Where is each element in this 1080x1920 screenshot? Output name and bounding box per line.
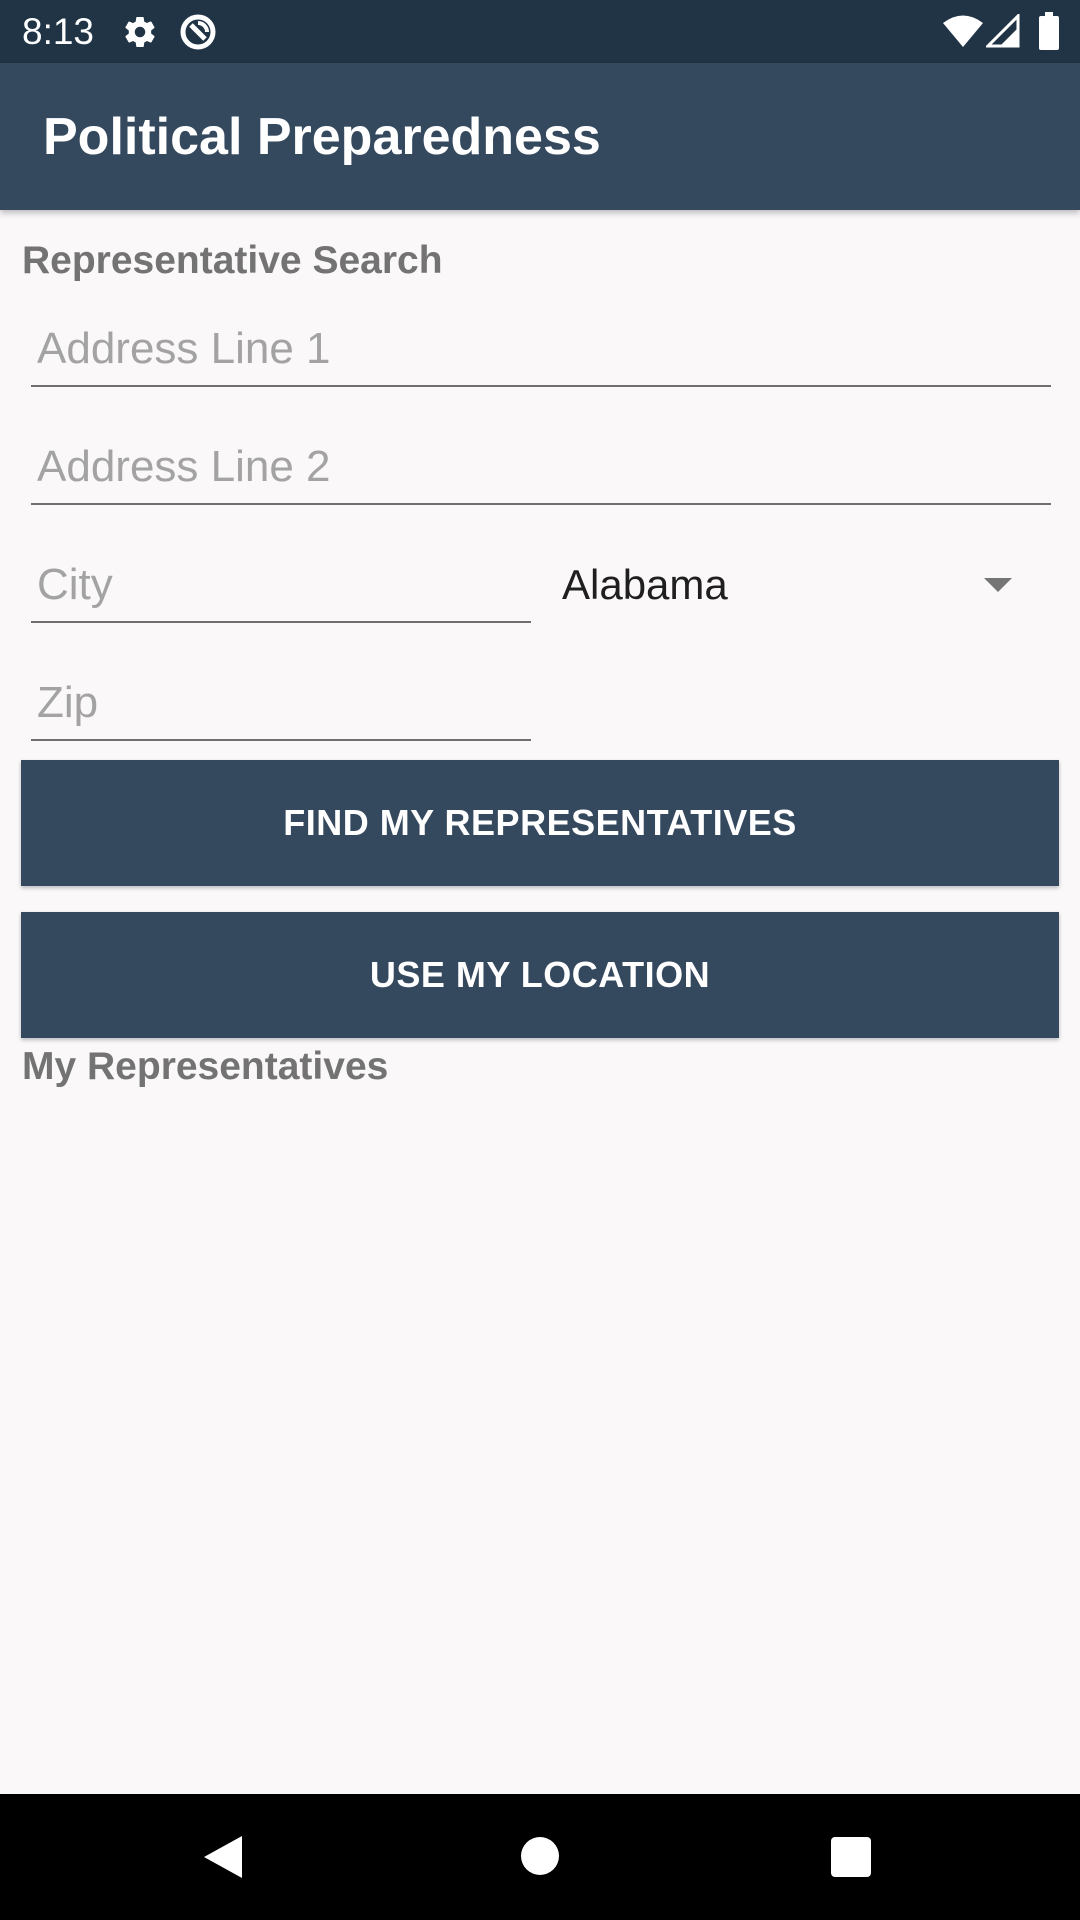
wifi-icon bbox=[942, 14, 984, 53]
signal-icon bbox=[984, 12, 1020, 53]
find-my-representatives-button[interactable]: FIND MY REPRESENTATIVES bbox=[21, 760, 1059, 886]
gear-icon bbox=[122, 14, 158, 55]
status-time: 8:13 bbox=[22, 11, 95, 52]
address-line-1-field[interactable] bbox=[31, 313, 1051, 387]
app-title: Political Preparedness bbox=[43, 108, 601, 166]
representative-search-title: Representative Search bbox=[22, 239, 443, 282]
dropdown-arrow-icon bbox=[984, 578, 1012, 592]
zip-field[interactable] bbox=[31, 667, 531, 741]
battery-icon bbox=[1038, 12, 1060, 55]
address-line-2-field[interactable] bbox=[31, 431, 1051, 505]
use-my-location-button[interactable]: USE MY LOCATION bbox=[21, 912, 1059, 1038]
sync-circle-icon bbox=[178, 12, 218, 57]
home-icon[interactable] bbox=[520, 1836, 560, 1881]
zip-input[interactable] bbox=[31, 667, 531, 739]
city-input[interactable] bbox=[31, 549, 531, 621]
status-bar: 8:13 bbox=[0, 0, 1080, 63]
address-line-1-input[interactable] bbox=[31, 313, 1051, 385]
state-spinner[interactable]: Alabama bbox=[554, 548, 1034, 620]
address-line-2-input[interactable] bbox=[31, 431, 1051, 503]
my-representatives-title: My Representatives bbox=[22, 1045, 389, 1088]
recents-icon[interactable] bbox=[830, 1836, 872, 1883]
representatives-list bbox=[0, 1100, 1080, 1790]
back-icon[interactable] bbox=[202, 1834, 244, 1885]
state-selected-value: Alabama bbox=[562, 561, 728, 608]
app-bar: Political Preparedness bbox=[0, 63, 1080, 210]
navigation-bar bbox=[0, 1794, 1080, 1920]
city-field[interactable] bbox=[31, 549, 531, 623]
